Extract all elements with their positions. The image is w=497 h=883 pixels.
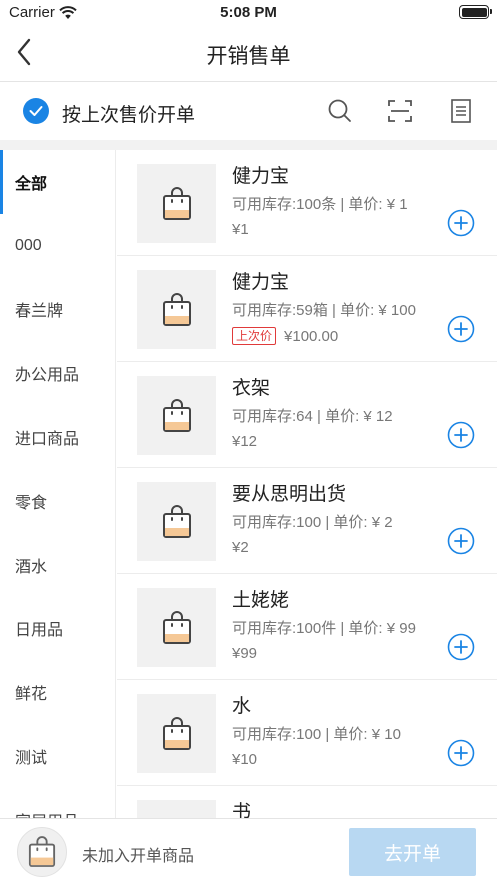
category-item-all[interactable]: 全部 [0, 150, 115, 214]
product-price: ¥2 [232, 539, 249, 556]
product-item[interactable]: 水 可用库存:100 | 单价: ¥ 10 ¥10 [117, 680, 497, 786]
shopping-bag-icon [162, 292, 191, 326]
scan-button[interactable] [385, 96, 415, 126]
product-stock-price: 可用库存:64 | 单价: ¥ 12 [232, 408, 393, 425]
shopping-bag-icon [162, 716, 191, 750]
shopping-bag-icon [162, 504, 191, 538]
checkmark-icon [29, 106, 43, 116]
add-plus-icon[interactable] [447, 315, 475, 343]
order-list-button[interactable] [446, 96, 476, 126]
product-stock-price: 可用库存:100 | 单价: ¥ 2 [232, 514, 393, 531]
product-name: 土姥姥 [232, 590, 290, 611]
product-price: ¥99 [232, 645, 258, 662]
category-sidebar[interactable]: 全部 000 春兰牌 办公用品 进口商品 零食 酒水 日用品 鲜花 测试 家居用… [0, 150, 116, 818]
search-icon [328, 99, 351, 122]
product-item[interactable]: 衣架 可用库存:64 | 单价: ¥ 12 ¥12 [117, 362, 497, 468]
create-order-button[interactable]: 去开单 [349, 828, 476, 876]
product-item[interactable]: 要从思明出货 可用库存:100 | 单价: ¥ 2 ¥2 [117, 468, 497, 574]
add-plus-icon[interactable] [447, 209, 475, 237]
option-bar: 按上次售价开单 [0, 82, 497, 140]
product-item[interactable]: 健力宝 可用库存:100条 | 单价: ¥ 1 ¥1 [117, 150, 497, 256]
cart-button[interactable] [17, 827, 67, 877]
category-label: 全部 [15, 175, 48, 193]
last-price-checkbox[interactable] [23, 98, 49, 124]
category-item[interactable]: 春兰牌 [0, 278, 115, 342]
product-price-row: ¥10 [232, 751, 257, 768]
category-item[interactable]: 进口商品 [0, 405, 115, 469]
category-item[interactable]: 000 [0, 214, 115, 278]
product-item[interactable]: 土姥姥 可用库存:100件 | 单价: ¥ 99 ¥99 [117, 574, 497, 680]
add-plus-icon[interactable] [447, 527, 475, 555]
product-name: 书 [232, 802, 252, 818]
add-plus-icon[interactable] [447, 421, 475, 449]
product-stock-price: 可用库存:100件 | 单价: ¥ 99 [232, 620, 416, 637]
product-name: 健力宝 [232, 166, 290, 187]
shopping-bag-icon [162, 186, 191, 220]
product-price-row: ¥99 [232, 645, 257, 662]
product-price-row: ¥12 [232, 433, 257, 450]
scan-icon [388, 100, 412, 122]
page-title: 开销售单 [206, 45, 291, 68]
product-stock-price: 可用库存:100条 | 单价: ¥ 1 [232, 196, 408, 213]
product-name: 健力宝 [232, 272, 290, 293]
search-button[interactable] [325, 96, 355, 126]
category-label: 日用品 [15, 622, 64, 640]
add-plus-icon[interactable] [447, 739, 475, 767]
product-name: 要从思明出货 [232, 484, 347, 505]
category-item[interactable]: 鲜花 [0, 660, 115, 724]
category-item[interactable]: 零食 [0, 469, 115, 533]
clock: 5:08 PM [220, 4, 277, 21]
shopping-bag-icon [162, 610, 191, 644]
document-icon [451, 99, 471, 123]
category-item[interactable]: 日用品 [0, 597, 115, 661]
navigation-bar: 开销售单 [0, 24, 497, 82]
category-label: 春兰牌 [15, 303, 64, 321]
category-label: 000 [15, 236, 42, 254]
category-label: 测试 [15, 750, 48, 768]
product-stock-price: 可用库存:100 | 单价: ¥ 10 [232, 726, 401, 743]
category-item[interactable]: 家居用品 [0, 788, 115, 818]
category-label: 进口商品 [15, 431, 80, 449]
product-price: ¥12 [232, 433, 258, 450]
product-thumbnail [137, 164, 216, 243]
product-thumbnail [137, 694, 216, 773]
section-divider [0, 140, 497, 150]
shopping-bag-icon [162, 398, 191, 432]
product-thumbnail [137, 800, 216, 818]
product-thumbnail [137, 482, 216, 561]
category-item[interactable]: 酒水 [0, 533, 115, 597]
shopping-bag-icon [28, 836, 56, 867]
category-label: 零食 [15, 494, 48, 512]
product-price-row: ¥1 [232, 221, 249, 238]
product-price: ¥1 [232, 221, 249, 238]
category-item[interactable]: 测试 [0, 724, 115, 788]
last-price-label[interactable]: 按上次售价开单 [62, 100, 195, 127]
category-label: 酒水 [15, 558, 48, 576]
product-item[interactable]: 健力宝 可用库存:59箱 | 单价: ¥ 100 上次价 ¥100.00 [117, 256, 497, 362]
last-price-badge: 上次价 [232, 327, 277, 345]
category-label: 办公用品 [15, 367, 80, 385]
product-price-row: ¥2 [232, 539, 249, 556]
product-thumbnail [137, 376, 216, 455]
add-plus-icon[interactable] [447, 633, 475, 661]
product-name: 水 [232, 696, 252, 717]
product-name: 衣架 [232, 378, 271, 399]
product-list[interactable]: 健力宝 可用库存:100条 | 单价: ¥ 1 ¥1 健力宝 可用库存:59箱 … [117, 150, 497, 818]
category-label: 家居用品 [15, 808, 79, 818]
battery-icon [459, 5, 492, 19]
cart-status-text: 未加入开单商品 [82, 848, 195, 865]
category-label: 鲜花 [15, 686, 48, 704]
product-item[interactable]: 书 [117, 786, 497, 818]
bottom-bar: 未加入开单商品 去开单 [0, 818, 497, 883]
product-price: ¥100.00 [284, 327, 339, 345]
product-price-row: 上次价 ¥100.00 [232, 327, 338, 345]
product-thumbnail [137, 588, 216, 667]
status-bar: Carrier 5:08 PM [0, 0, 497, 24]
product-price: ¥10 [232, 751, 258, 768]
category-item[interactable]: 办公用品 [0, 341, 115, 405]
product-stock-price: 可用库存:59箱 | 单价: ¥ 100 [232, 302, 416, 319]
product-thumbnail [137, 270, 216, 349]
